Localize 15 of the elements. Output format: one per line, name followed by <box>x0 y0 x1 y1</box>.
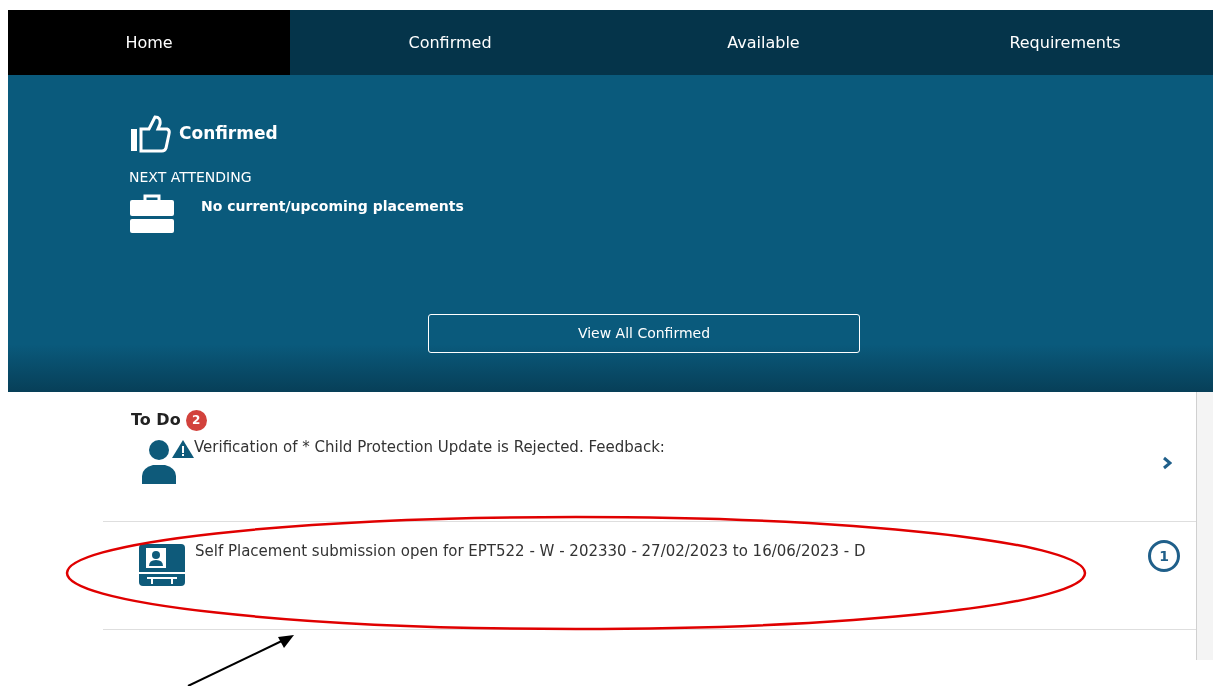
thumbs-up-icon <box>129 115 171 153</box>
chevron-right-icon[interactable] <box>1162 456 1172 470</box>
section-label: NEXT ATTENDING <box>129 168 253 187</box>
nav-tab[interactable]: Home <box>8 10 290 75</box>
briefcase-icon <box>129 194 175 234</box>
view-all-confirmed-button[interactable]: View All Confirmed <box>428 314 860 353</box>
todo-count-badge: 2 <box>185 409 207 431</box>
id-card-icon <box>139 544 185 586</box>
person-warning-icon <box>139 438 195 484</box>
todo-heading: To Do <box>131 409 181 431</box>
placement-status: No current/upcoming placements <box>201 196 464 216</box>
todo-item-text[interactable]: Verification of * Child Protection Update is Rejected. Feedback: <box>194 436 1162 459</box>
section-title: Confirmed <box>179 122 278 146</box>
todo-item-text[interactable]: Self Placement submission open for EPT522 - W - 202330 - 27/02/2023 to 16/06/2023 - D <box>195 540 1148 563</box>
count-badge: 1 <box>1148 540 1180 572</box>
